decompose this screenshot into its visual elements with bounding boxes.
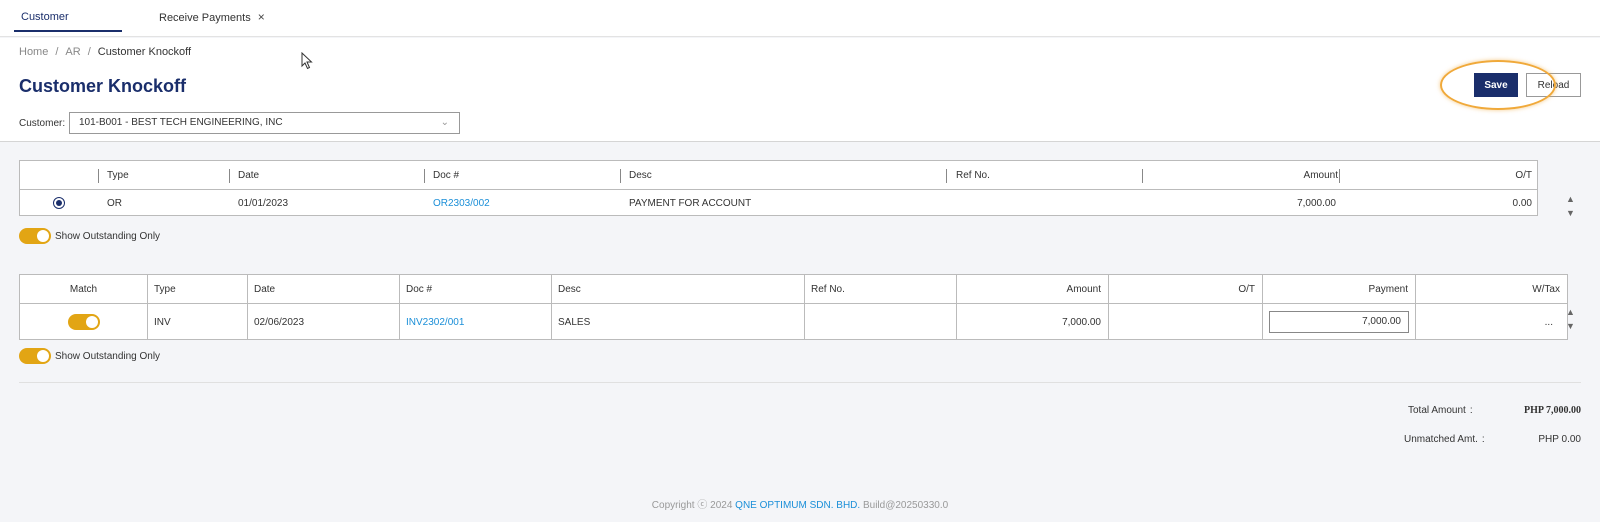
breadcrumb-separator: / xyxy=(55,46,59,58)
table-row[interactable]: INV 02/06/2023 INV2302/001 SALES 7,000.0… xyxy=(20,304,1567,340)
invoice-grid: Match Type Date Doc # Desc Ref No. Amoun… xyxy=(19,274,1568,340)
page-header: Home / AR / Customer Knockoff Customer Knock… xyxy=(0,38,1600,142)
column-divider xyxy=(620,169,621,183)
header-amount[interactable]: Amount xyxy=(956,275,1108,303)
column-divider xyxy=(424,169,425,183)
header-match[interactable]: Match xyxy=(20,275,147,303)
footer-copyright: Copyright ⓒ 2024 xyxy=(651,500,733,511)
header-wtax[interactable]: W/Tax xyxy=(1415,275,1567,303)
header-type[interactable]: Type xyxy=(107,161,129,189)
invoice-grid-header: Match Type Date Doc # Desc Ref No. Amoun… xyxy=(20,275,1567,304)
label-colon: : xyxy=(1469,405,1473,416)
show-outstanding-toggle-1[interactable]: Show Outstanding Only xyxy=(19,228,160,244)
save-button[interactable]: Save xyxy=(1474,73,1518,97)
header-doc[interactable]: Doc # xyxy=(433,161,459,189)
tab-bar: Customer Knockoff × Receive Payments × xyxy=(0,0,1600,59)
footer-build: Build@20250330.0 xyxy=(862,500,949,511)
header-date[interactable]: Date xyxy=(247,275,399,303)
page-title: Customer Knockoff xyxy=(19,76,187,96)
mouse-pointer-icon xyxy=(301,52,313,70)
chevron-down-icon: ⌄ xyxy=(440,117,449,128)
toggle-switch[interactable] xyxy=(19,348,51,364)
cell-ref xyxy=(804,304,956,340)
tab-customer-knockoff[interactable]: Customer Knockoff × xyxy=(7,0,122,59)
invoice-grid-scroll[interactable]: ▲ ▼ xyxy=(1566,305,1576,333)
header-amount[interactable]: Amount xyxy=(1150,161,1338,189)
unmatched-amount-value: PHP 0.00 xyxy=(1538,434,1581,445)
arrow-up-icon[interactable]: ▲ xyxy=(1566,305,1576,319)
cell-doc-link[interactable]: INV2302/001 xyxy=(399,304,551,340)
header-desc[interactable]: Desc xyxy=(629,161,652,189)
row-select-cell[interactable] xyxy=(20,190,98,216)
column-divider xyxy=(229,169,230,183)
show-outstanding-toggle-2[interactable]: Show Outstanding Only xyxy=(19,348,160,364)
header-ot[interactable]: O/T xyxy=(1348,161,1532,189)
toggle-label: Show Outstanding Only xyxy=(55,350,161,362)
column-divider xyxy=(946,169,947,183)
header-payment[interactable]: Payment xyxy=(1262,275,1415,303)
close-icon[interactable]: × xyxy=(258,10,265,24)
cell-doc-link[interactable]: OR2303/002 xyxy=(433,190,490,216)
cell-amount: 7,000.00 xyxy=(1297,197,1336,209)
cell-wtax[interactable]: ... xyxy=(1415,304,1567,340)
header-ref[interactable]: Ref No. xyxy=(804,275,956,303)
breadcrumb-ar[interactable]: AR xyxy=(65,46,80,58)
cell-ot xyxy=(1108,304,1262,340)
row-radio[interactable] xyxy=(53,197,65,209)
header-type[interactable]: Type xyxy=(147,275,247,303)
footer: Copyright ⓒ 2024 QNE OPTIMUM SDN. BHD. B… xyxy=(0,496,1600,511)
arrow-down-icon[interactable]: ▼ xyxy=(1566,206,1576,220)
customer-value: 101-B001 - BEST TECH ENGINEERING, INC xyxy=(79,117,283,128)
cell-desc: PAYMENT FOR ACCOUNT xyxy=(629,197,752,209)
payment-input[interactable]: 7,000.00 xyxy=(1269,311,1409,333)
payments-grid-scroll[interactable]: ▲ ▼ xyxy=(1566,192,1576,220)
tab-label: Receive Payments xyxy=(159,12,251,24)
column-divider xyxy=(1142,169,1143,183)
unmatched-amount-label: Unmatched Amt.: xyxy=(1404,434,1485,445)
cell-date: 01/01/2023 xyxy=(238,197,289,209)
total-amount-value: PHP 7,000.00 xyxy=(1524,405,1581,416)
payments-grid: Type Date Doc # Desc Ref No. Amount O/T … xyxy=(19,160,1538,216)
breadcrumb-home[interactable]: Home xyxy=(19,46,48,58)
cell-desc: SALES xyxy=(551,304,804,340)
header-desc[interactable]: Desc xyxy=(551,275,804,303)
cell-amount: 7,000.00 xyxy=(956,304,1108,340)
reload-button[interactable]: Reload xyxy=(1526,73,1581,97)
arrow-down-icon[interactable]: ▼ xyxy=(1566,319,1576,333)
toggle-label: Show Outstanding Only xyxy=(55,230,161,242)
payments-grid-header: Type Date Doc # Desc Ref No. Amount O/T xyxy=(20,161,1537,190)
breadcrumb-separator: / xyxy=(87,46,91,58)
header-ref[interactable]: Ref No. xyxy=(956,161,990,189)
cell-type: OR xyxy=(107,197,122,209)
tab-receive-payments[interactable]: Receive Payments × xyxy=(145,0,279,37)
cell-ot: 0.00 xyxy=(1512,197,1532,209)
cell-type: INV xyxy=(147,304,247,340)
customer-select[interactable]: 101-B001 - BEST TECH ENGINEERING, INC ⌄ xyxy=(69,112,460,134)
breadcrumb-current: Customer Knockoff xyxy=(97,46,192,58)
payment-cell: 7,000.00 xyxy=(1262,304,1415,340)
unmatched-amount-label-text: Unmatched Amt. xyxy=(1404,434,1478,445)
column-divider xyxy=(1339,169,1340,183)
column-divider xyxy=(98,169,99,183)
section-divider xyxy=(19,382,1581,383)
customer-label: Customer: xyxy=(19,118,66,129)
cell-date: 02/06/2023 xyxy=(247,304,399,340)
header-ot[interactable]: O/T xyxy=(1108,275,1262,303)
match-cell[interactable] xyxy=(20,304,147,340)
footer-brand-link[interactable]: QNE OPTIMUM SDN. BHD. xyxy=(735,500,860,511)
header-date[interactable]: Date xyxy=(238,161,259,189)
total-amount-label: Total Amount: xyxy=(1408,405,1473,416)
header-doc[interactable]: Doc # xyxy=(399,275,551,303)
breadcrumb: Home / AR / Customer Knockoff xyxy=(19,46,191,58)
total-amount-label-text: Total Amount xyxy=(1408,405,1466,416)
toggle-switch[interactable] xyxy=(19,228,51,244)
table-row[interactable]: OR 01/01/2023 OR2303/002 PAYMENT FOR ACC… xyxy=(20,190,1537,216)
arrow-up-icon[interactable]: ▲ xyxy=(1566,192,1576,206)
match-toggle[interactable] xyxy=(67,314,100,330)
